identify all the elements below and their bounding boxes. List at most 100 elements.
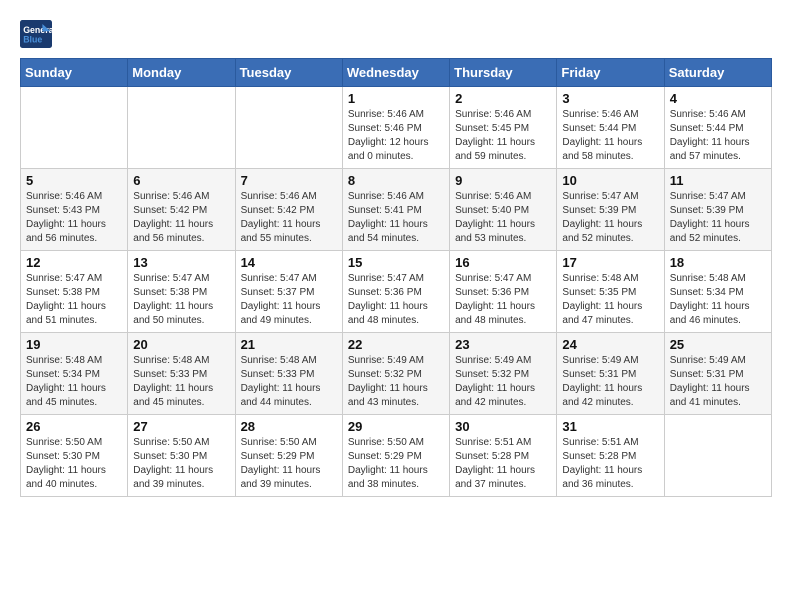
weekday-header-wednesday: Wednesday (342, 59, 449, 87)
calendar-week-row: 26 Sunrise: 5:50 AM Sunset: 5:30 PM Dayli… (21, 415, 772, 497)
calendar-day-cell: 19Sunrise: 5:48 AM Sunset: 5:34 PM Dayli… (21, 333, 128, 415)
day-info: Sunrise: 5:47 AM Sunset: 5:39 PM Dayligh… (562, 190, 658, 246)
day-number: 22 (348, 337, 444, 352)
day-info: Sunrise: 5:48 AM Sunset: 5:33 PM Dayligh… (241, 354, 337, 410)
calendar-day-cell: 10 Sunrise: 5:47 AM Sunset: 5:39 PM Dayli… (557, 169, 664, 251)
day-info: Sunrise: 5:47 AM Sunset: 5:36 PM Dayligh… (455, 272, 551, 328)
calendar-day-cell: 20Sunrise: 5:48 AM Sunset: 5:33 PM Dayli… (128, 333, 235, 415)
day-info: Sunrise: 5:46 AM Sunset: 5:40 PM Dayligh… (455, 190, 551, 246)
day-info: Sunrise: 5:49 AM Sunset: 5:31 PM Dayligh… (670, 354, 766, 410)
calendar-day-cell (235, 87, 342, 169)
day-number: 1 (348, 91, 444, 106)
calendar-week-row: 5Sunrise: 5:46 AM Sunset: 5:43 PM Daylig… (21, 169, 772, 251)
calendar-day-cell: 11 Sunrise: 5:47 AM Sunset: 5:39 PM Dayli… (664, 169, 771, 251)
day-number: 20 (133, 337, 229, 352)
day-info: Sunrise: 5:47 AM Sunset: 5:39 PM Dayligh… (670, 190, 766, 246)
day-number: 2 (455, 91, 551, 106)
day-info: Sunrise: 5:50 AM Sunset: 5:30 PM Dayligh… (133, 436, 229, 492)
day-number: 9 (455, 173, 551, 188)
day-number: 12 (26, 255, 122, 270)
day-info: Sunrise: 5:50 AM Sunset: 5:30 PM Dayligh… (26, 436, 122, 492)
calendar-week-row: 12 Sunrise: 5:47 AM Sunset: 5:38 PM Dayli… (21, 251, 772, 333)
calendar-day-cell: 23 Sunrise: 5:49 AM Sunset: 5:32 PM Dayli… (450, 333, 557, 415)
day-info: Sunrise: 5:46 AM Sunset: 5:45 PM Dayligh… (455, 108, 551, 164)
calendar-week-row: 1Sunrise: 5:46 AM Sunset: 5:46 PM Daylig… (21, 87, 772, 169)
day-number: 21 (241, 337, 337, 352)
day-number: 3 (562, 91, 658, 106)
day-number: 23 (455, 337, 551, 352)
day-info: Sunrise: 5:47 AM Sunset: 5:37 PM Dayligh… (241, 272, 337, 328)
calendar-day-cell: 25 Sunrise: 5:49 AM Sunset: 5:31 PM Dayli… (664, 333, 771, 415)
day-number: 24 (562, 337, 658, 352)
calendar-day-cell: 26 Sunrise: 5:50 AM Sunset: 5:30 PM Dayli… (21, 415, 128, 497)
calendar-day-cell: 4 Sunrise: 5:46 AM Sunset: 5:44 PM Daylig… (664, 87, 771, 169)
day-number: 4 (670, 91, 766, 106)
day-number: 26 (26, 419, 122, 434)
calendar-day-cell: 24 Sunrise: 5:49 AM Sunset: 5:31 PM Dayli… (557, 333, 664, 415)
calendar-day-cell: 21 Sunrise: 5:48 AM Sunset: 5:33 PM Dayli… (235, 333, 342, 415)
day-info: Sunrise: 5:49 AM Sunset: 5:32 PM Dayligh… (455, 354, 551, 410)
day-info: Sunrise: 5:50 AM Sunset: 5:29 PM Dayligh… (348, 436, 444, 492)
calendar-day-cell (128, 87, 235, 169)
calendar-day-cell: 9 Sunrise: 5:46 AM Sunset: 5:40 PM Daylig… (450, 169, 557, 251)
day-info: Sunrise: 5:48 AM Sunset: 5:34 PM Dayligh… (26, 354, 122, 410)
calendar-day-cell: 17 Sunrise: 5:48 AM Sunset: 5:35 PM Dayli… (557, 251, 664, 333)
weekday-header-friday: Friday (557, 59, 664, 87)
day-info: Sunrise: 5:48 AM Sunset: 5:35 PM Dayligh… (562, 272, 658, 328)
day-number: 16 (455, 255, 551, 270)
calendar-week-row: 19Sunrise: 5:48 AM Sunset: 5:34 PM Dayli… (21, 333, 772, 415)
calendar-day-cell: 12 Sunrise: 5:47 AM Sunset: 5:38 PM Dayli… (21, 251, 128, 333)
day-number: 5 (26, 173, 122, 188)
day-info: Sunrise: 5:47 AM Sunset: 5:38 PM Dayligh… (133, 272, 229, 328)
svg-text:Blue: Blue (23, 34, 42, 44)
weekday-header-saturday: Saturday (664, 59, 771, 87)
calendar-day-cell: 18Sunrise: 5:48 AM Sunset: 5:34 PM Dayli… (664, 251, 771, 333)
day-info: Sunrise: 5:47 AM Sunset: 5:38 PM Dayligh… (26, 272, 122, 328)
day-number: 29 (348, 419, 444, 434)
day-info: Sunrise: 5:51 AM Sunset: 5:28 PM Dayligh… (455, 436, 551, 492)
day-number: 30 (455, 419, 551, 434)
calendar-day-cell (21, 87, 128, 169)
day-info: Sunrise: 5:46 AM Sunset: 5:44 PM Dayligh… (670, 108, 766, 164)
day-number: 18 (670, 255, 766, 270)
day-info: Sunrise: 5:46 AM Sunset: 5:42 PM Dayligh… (133, 190, 229, 246)
calendar-day-cell: 22 Sunrise: 5:49 AM Sunset: 5:32 PM Dayli… (342, 333, 449, 415)
calendar-day-cell: 29 Sunrise: 5:50 AM Sunset: 5:29 PM Dayli… (342, 415, 449, 497)
weekday-header-tuesday: Tuesday (235, 59, 342, 87)
calendar-day-cell: 15Sunrise: 5:47 AM Sunset: 5:36 PM Dayli… (342, 251, 449, 333)
calendar-day-cell: 31Sunrise: 5:51 AM Sunset: 5:28 PM Dayli… (557, 415, 664, 497)
calendar-day-cell: 16 Sunrise: 5:47 AM Sunset: 5:36 PM Dayli… (450, 251, 557, 333)
calendar-day-cell: 5Sunrise: 5:46 AM Sunset: 5:43 PM Daylig… (21, 169, 128, 251)
day-info: Sunrise: 5:49 AM Sunset: 5:32 PM Dayligh… (348, 354, 444, 410)
calendar-day-cell (664, 415, 771, 497)
day-number: 11 (670, 173, 766, 188)
day-info: Sunrise: 5:47 AM Sunset: 5:36 PM Dayligh… (348, 272, 444, 328)
calendar-day-cell: 30 Sunrise: 5:51 AM Sunset: 5:28 PM Dayli… (450, 415, 557, 497)
day-info: Sunrise: 5:50 AM Sunset: 5:29 PM Dayligh… (241, 436, 337, 492)
weekday-header-monday: Monday (128, 59, 235, 87)
calendar-day-cell: 2 Sunrise: 5:46 AM Sunset: 5:45 PM Daylig… (450, 87, 557, 169)
calendar-day-cell: 7Sunrise: 5:46 AM Sunset: 5:42 PM Daylig… (235, 169, 342, 251)
weekday-header-thursday: Thursday (450, 59, 557, 87)
day-number: 25 (670, 337, 766, 352)
day-number: 14 (241, 255, 337, 270)
logo-icon: General Blue (20, 20, 52, 48)
weekday-header-sunday: Sunday (21, 59, 128, 87)
day-number: 28 (241, 419, 337, 434)
day-number: 13 (133, 255, 229, 270)
calendar-day-cell: 1Sunrise: 5:46 AM Sunset: 5:46 PM Daylig… (342, 87, 449, 169)
calendar-day-cell: 8Sunrise: 5:46 AM Sunset: 5:41 PM Daylig… (342, 169, 449, 251)
day-number: 10 (562, 173, 658, 188)
calendar-day-cell: 14 Sunrise: 5:47 AM Sunset: 5:37 PM Dayli… (235, 251, 342, 333)
calendar-day-cell: 13 Sunrise: 5:47 AM Sunset: 5:38 PM Dayli… (128, 251, 235, 333)
weekday-header-row: SundayMondayTuesdayWednesdayThursdayFrid… (21, 59, 772, 87)
calendar-day-cell: 6 Sunrise: 5:46 AM Sunset: 5:42 PM Daylig… (128, 169, 235, 251)
day-number: 27 (133, 419, 229, 434)
day-number: 6 (133, 173, 229, 188)
day-info: Sunrise: 5:51 AM Sunset: 5:28 PM Dayligh… (562, 436, 658, 492)
day-number: 7 (241, 173, 337, 188)
day-number: 17 (562, 255, 658, 270)
calendar-day-cell: 28 Sunrise: 5:50 AM Sunset: 5:29 PM Dayli… (235, 415, 342, 497)
calendar-table: SundayMondayTuesdayWednesdayThursdayFrid… (20, 58, 772, 497)
day-info: Sunrise: 5:49 AM Sunset: 5:31 PM Dayligh… (562, 354, 658, 410)
